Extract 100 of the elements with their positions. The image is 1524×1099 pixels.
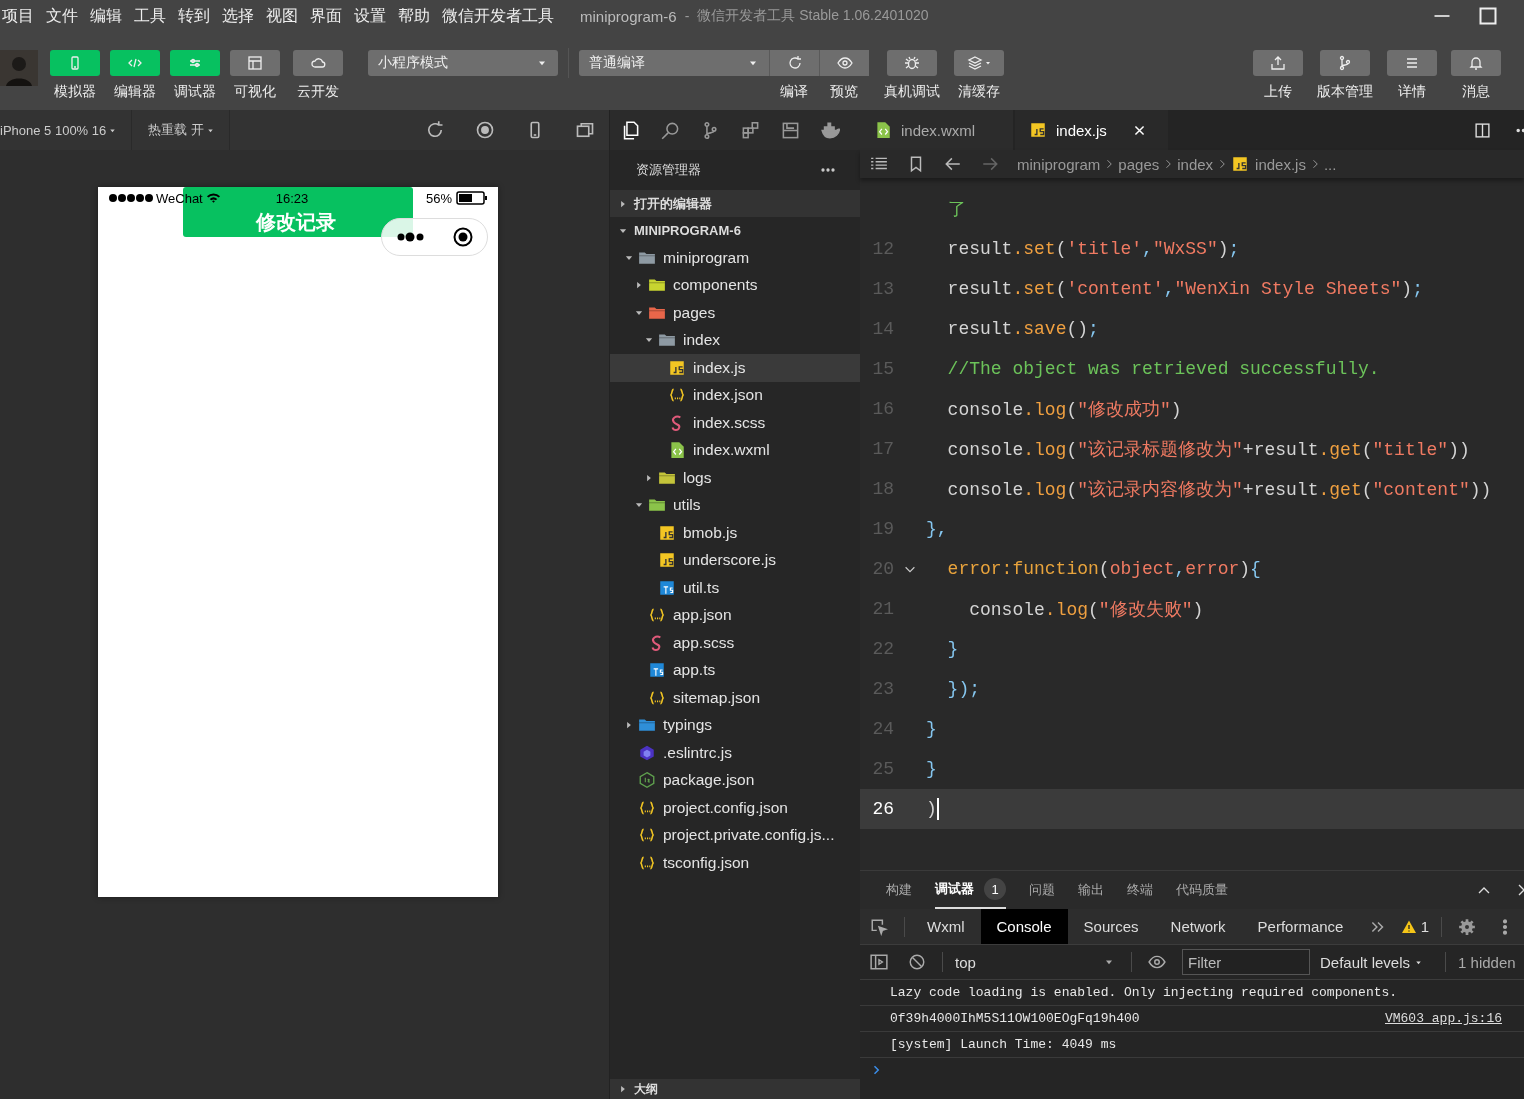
tree-item[interactable]: project.config.json (610, 794, 860, 822)
panel-tab[interactable]: 代码质量 (1176, 871, 1228, 909)
close-target-icon[interactable] (453, 227, 474, 247)
tree-item[interactable]: components (610, 271, 860, 299)
tree-item[interactable]: utils (610, 491, 860, 519)
devtools-tab[interactable]: Sources (1067, 909, 1155, 944)
panel-tab[interactable]: 问题 (1029, 871, 1055, 909)
mode-dropdown[interactable]: 小程序模式 (368, 50, 558, 76)
toolbar-button[interactable] (954, 50, 1004, 76)
filter-input[interactable]: Filter (1182, 949, 1310, 975)
context-dropdown[interactable]: top (949, 953, 1125, 971)
tree-item[interactable]: underscore.js (610, 546, 860, 574)
section-header[interactable]: 打开的编辑器 (610, 190, 860, 217)
breadcrumb-item[interactable]: ... (1323, 155, 1337, 173)
stop-icon[interactable] (475, 120, 495, 140)
toolbar-button[interactable] (1451, 50, 1501, 76)
split-icon[interactable] (1474, 121, 1491, 139)
tree-item[interactable]: index.scss (610, 409, 860, 437)
tree-item[interactable]: index.wxml (610, 436, 860, 464)
toolbar-button[interactable] (1253, 50, 1303, 76)
save-icon[interactable] (781, 120, 800, 140)
menu-item[interactable]: 视图 (266, 5, 298, 27)
editor-tab[interactable]: index.wxml (860, 110, 1013, 150)
settings-icon[interactable] (1458, 917, 1476, 936)
whale-icon[interactable] (821, 120, 840, 140)
menu-item[interactable]: 界面 (310, 5, 342, 27)
breadcrumb-item[interactable]: index (1177, 155, 1214, 173)
files-icon[interactable] (621, 120, 640, 140)
devtools-tab[interactable]: Network (1154, 909, 1242, 944)
menu-item[interactable]: 微信开发者工具 (442, 5, 554, 27)
tree-item[interactable]: miniprogram (610, 244, 860, 272)
panel-tab[interactable]: 输出 (1078, 871, 1104, 909)
toolbar-button[interactable] (1320, 50, 1370, 76)
maximize-icon[interactable] (1478, 6, 1498, 26)
back-icon[interactable] (944, 155, 962, 173)
section-header[interactable]: MINIPROGRAM-6 (610, 217, 860, 244)
menu-item[interactable]: 文件 (46, 5, 78, 27)
device-dropdown[interactable]: iPhone 5 100% 16 (0, 110, 133, 150)
devtools-tab[interactable]: Console (980, 909, 1068, 944)
menu-item[interactable]: 项目 (2, 5, 34, 27)
panel-tab[interactable]: 构建 (886, 871, 912, 909)
branch-icon[interactable] (701, 120, 720, 140)
extensions-icon[interactable] (741, 120, 760, 140)
tree-item[interactable]: tsconfig.json (610, 849, 860, 877)
tree-item[interactable]: app.scss (610, 629, 860, 657)
forward-icon[interactable] (981, 155, 999, 173)
sidebar-toggle-icon[interactable] (870, 953, 888, 971)
tree-item[interactable]: index.json (610, 381, 860, 409)
inspect-icon[interactable] (870, 917, 888, 936)
tree-item[interactable]: app.json (610, 601, 860, 629)
editor-tab[interactable]: index.js (1015, 110, 1168, 150)
tree-item[interactable]: pages (610, 299, 860, 327)
eye-icon[interactable] (1148, 953, 1166, 971)
toolbar-button[interactable] (819, 50, 869, 76)
levels-dropdown[interactable]: Default levels (1320, 953, 1424, 971)
tree-item[interactable]: typings (610, 711, 860, 739)
menu-item[interactable]: 工具 (134, 5, 166, 27)
tree-item[interactable]: project.private.config.js... (610, 821, 860, 849)
code-line: console.log("修改失败") (968, 599, 1204, 621)
compile-dropdown[interactable]: 普通编译 (579, 50, 769, 76)
toolbar-button[interactable] (293, 50, 343, 76)
tree-item[interactable]: index.js (610, 354, 860, 382)
breadcrumb-item[interactable]: pages (1118, 155, 1160, 173)
toolbar-button[interactable] (1387, 50, 1437, 76)
breadcrumb-item[interactable]: miniprogram (1017, 155, 1101, 173)
cloud-icon (310, 55, 326, 71)
capsule-menu[interactable] (381, 218, 488, 256)
menu-item[interactable]: 设置 (354, 5, 386, 27)
menu-icon (1404, 55, 1420, 71)
panel-tab[interactable]: 终端 (1127, 871, 1153, 909)
breadcrumb-item[interactable]: index.js (1255, 155, 1306, 173)
toolbar-button[interactable] (769, 50, 819, 76)
tree-item[interactable]: sitemap.json (610, 684, 860, 712)
hot-reload-dropdown[interactable]: 热重载 开 (148, 110, 230, 150)
tree-item[interactable]: index (610, 326, 860, 354)
warning-count[interactable]: 1 (1420, 918, 1429, 935)
menu-item[interactable]: 编辑 (90, 5, 122, 27)
menu-item[interactable]: 选择 (222, 5, 254, 27)
tree-item[interactable]: bmob.js (610, 519, 860, 547)
menu-item[interactable]: 转到 (178, 5, 210, 27)
menu-item[interactable]: 帮助 (398, 5, 430, 27)
close-icon[interactable] (1132, 123, 1146, 137)
windows-icon[interactable] (575, 120, 595, 140)
source-link[interactable]: VM603 app.js:16 (1384, 1011, 1502, 1026)
count-badge: 1 (984, 878, 1006, 900)
toolbar-button[interactable] (887, 50, 937, 76)
tree-item[interactable]: logs (610, 464, 860, 492)
devtools-tab[interactable]: Performance (1241, 909, 1360, 944)
more-icon[interactable] (395, 232, 426, 242)
tree-item[interactable]: app.ts (610, 656, 860, 684)
search-icon[interactable] (661, 120, 680, 140)
toolbar-button[interactable] (230, 50, 280, 76)
tree-item[interactable]: .eslintrc.js (610, 739, 860, 767)
clear-icon[interactable] (908, 953, 926, 971)
tree-item[interactable]: util.ts (610, 574, 860, 602)
code-line: error:function(object,error){ (946, 559, 1261, 579)
refresh-icon[interactable] (425, 120, 445, 140)
section-header[interactable]: 大纲 (610, 1079, 860, 1099)
tree-item[interactable]: package.json (610, 766, 860, 794)
devtools-tab[interactable]: Wxml (911, 909, 981, 944)
